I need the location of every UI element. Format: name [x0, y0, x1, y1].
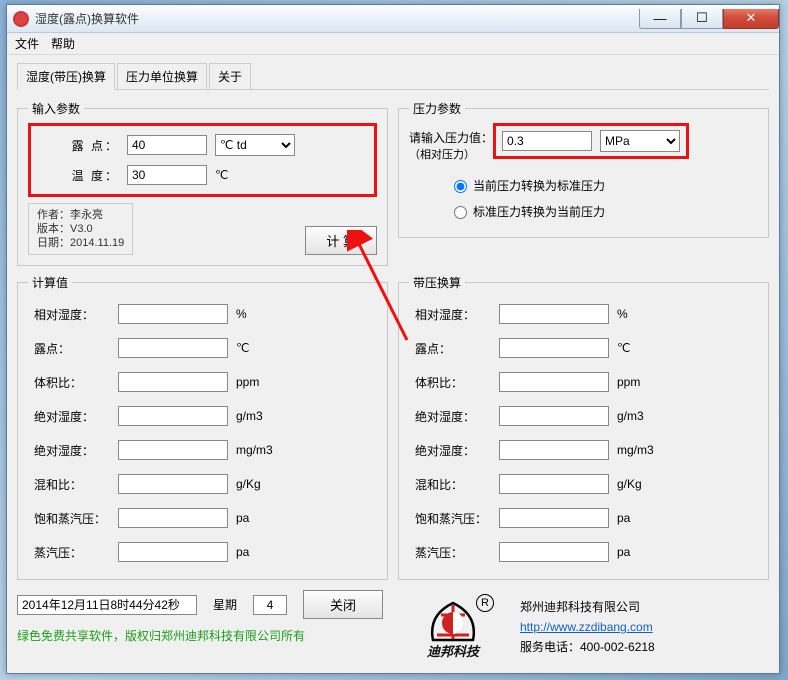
input-params-group: 输入参数 露 点： ℃ td 温 度： ℃	[17, 100, 388, 266]
copyright-text: 绿色免费共享软件，版权归郑州迪邦科技有限公司所有	[17, 627, 388, 644]
content: 湿度(带压)换算 压力单位换算 关于 输入参数 露 点： ℃ td	[7, 55, 779, 670]
logo-text: 迪邦科技	[427, 641, 479, 660]
author-info: 作者：李永亮 版本：V3.0 日期：2014.11.19	[28, 203, 133, 255]
dewpoint-unit-select[interactable]: ℃ td	[215, 134, 295, 156]
calc-results-legend: 计算值	[28, 274, 72, 291]
company-info: 郑州迪邦科技有限公司 http://www.zzdibang.com 服务电话：…	[520, 597, 655, 657]
temperature-unit: ℃	[215, 168, 228, 182]
radio-cur-to-std[interactable]	[454, 180, 467, 193]
pressure-results-legend: 带压换算	[409, 274, 465, 291]
upper-columns: 输入参数 露 点： ℃ td 温 度： ℃	[17, 100, 769, 274]
highlight-pressure: MPa	[493, 123, 689, 159]
pcalc-ppm[interactable]	[499, 372, 609, 392]
dewpoint-label: 露 点：	[37, 137, 127, 154]
pressure-input[interactable]	[502, 131, 592, 151]
app-icon	[13, 11, 29, 27]
input-params-legend: 输入参数	[28, 100, 84, 117]
pcalc-abs-g[interactable]	[499, 406, 609, 426]
dewpoint-input[interactable]	[127, 135, 207, 155]
pcalc-vp[interactable]	[499, 542, 609, 562]
bottom-row: 星期 关闭 绿色免费共享软件，版权归郑州迪邦科技有限公司所有 R	[17, 588, 769, 662]
calc-vp[interactable]	[118, 542, 228, 562]
menubar: 文件 帮助	[7, 33, 779, 55]
tab-humidity[interactable]: 湿度(带压)换算	[17, 63, 115, 90]
calc-relhum[interactable]	[118, 304, 228, 324]
highlight-input: 露 点： ℃ td 温 度： ℃	[28, 123, 377, 197]
radio-std-to-cur[interactable]	[454, 206, 467, 219]
company-logo: R 迪邦科技	[398, 592, 508, 662]
pressure-params-group: 压力参数 请输入压力值： （相对压力） MPa	[398, 100, 769, 238]
logo-icon	[423, 595, 483, 645]
company-tel: 服务电话：400-002-6218	[520, 637, 655, 657]
registered-icon: R	[476, 594, 494, 612]
menu-help[interactable]: 帮助	[51, 35, 75, 52]
week-label: 星期	[213, 596, 237, 613]
temperature-input[interactable]	[127, 165, 207, 185]
pressure-unit-select[interactable]: MPa	[600, 130, 680, 152]
pcalc-abs-mg[interactable]	[499, 440, 609, 460]
pressure-input-label: 请输入压力值：	[409, 129, 493, 146]
pressure-results-group: 带压换算 相对湿度：% 露点：℃ 体积比：ppm 绝对湿度：g/m3 绝对湿度：…	[398, 274, 769, 580]
company-url[interactable]: http://www.zzdibang.com	[520, 620, 653, 634]
menu-file[interactable]: 文件	[15, 35, 39, 52]
pcalc-dewpoint[interactable]	[499, 338, 609, 358]
app-window: 湿度(露点)换算软件 — ☐ ✕ 文件 帮助 湿度(带压)换算 压力单位换算 关…	[6, 4, 780, 674]
pressure-params-legend: 压力参数	[409, 100, 465, 117]
datetime-display	[17, 595, 197, 615]
calc-dewpoint[interactable]	[118, 338, 228, 358]
maximize-button[interactable]: ☐	[681, 9, 723, 29]
calc-results-group: 计算值 相对湿度：% 露点：℃ 体积比：ppm 绝对湿度：g/m3 绝对湿度：m…	[17, 274, 388, 580]
temperature-label: 温 度：	[37, 167, 127, 184]
company-name: 郑州迪邦科技有限公司	[520, 597, 655, 617]
calc-ppm[interactable]	[118, 372, 228, 392]
minimize-button[interactable]: —	[639, 9, 681, 29]
week-display	[253, 595, 287, 615]
lower-columns: 计算值 相对湿度：% 露点：℃ 体积比：ppm 绝对湿度：g/m3 绝对湿度：m…	[17, 274, 769, 588]
radio-std-to-cur-label: 标准压力转换为当前压力	[473, 203, 605, 220]
close-app-button[interactable]: 关闭	[303, 590, 383, 619]
calc-abs-g[interactable]	[118, 406, 228, 426]
pcalc-satvp[interactable]	[499, 508, 609, 528]
titlebar: 湿度(露点)换算软件 — ☐ ✕	[7, 5, 779, 33]
window-title: 湿度(露点)换算软件	[35, 10, 139, 27]
close-button[interactable]: ✕	[723, 9, 779, 29]
pcalc-mix[interactable]	[499, 474, 609, 494]
window-buttons: — ☐ ✕	[639, 9, 779, 29]
calculate-button[interactable]: 计 算	[305, 226, 377, 255]
pressure-input-note: （相对压力）	[409, 146, 493, 162]
calc-abs-mg[interactable]	[118, 440, 228, 460]
tab-pressure-unit[interactable]: 压力单位换算	[117, 63, 207, 89]
tabs: 湿度(带压)换算 压力单位换算 关于	[17, 63, 769, 90]
calc-satvp[interactable]	[118, 508, 228, 528]
radio-cur-to-std-label: 当前压力转换为标准压力	[473, 177, 605, 194]
tab-about[interactable]: 关于	[209, 63, 251, 89]
pcalc-relhum[interactable]	[499, 304, 609, 324]
calc-mix[interactable]	[118, 474, 228, 494]
